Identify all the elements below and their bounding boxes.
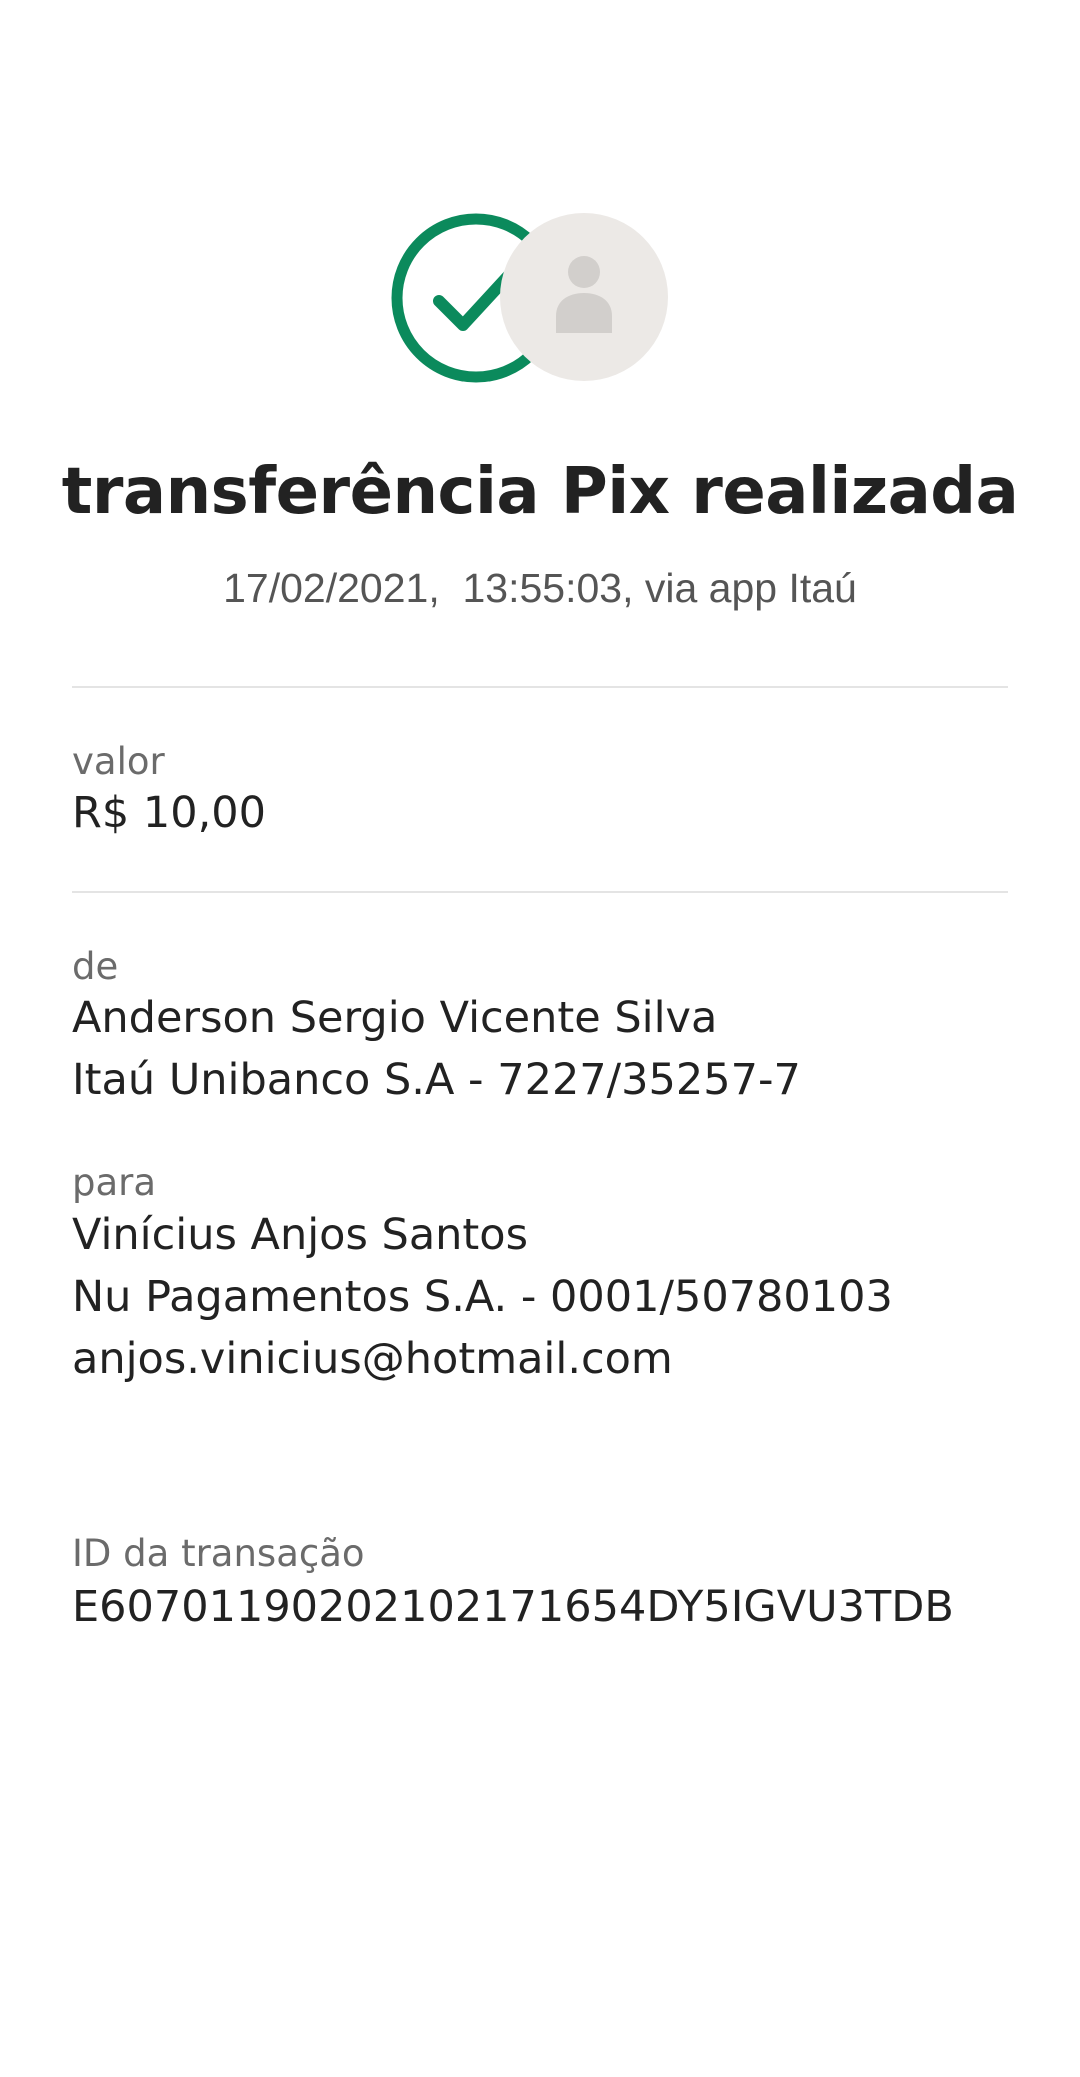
- recipient-bank-account: Nu Pagamentos S.A. - 0001/50780103: [72, 1272, 893, 1322]
- divider: [72, 891, 1008, 893]
- recipient-label: para: [72, 1161, 157, 1204]
- transaction-id-label: ID da transação: [72, 1532, 365, 1575]
- amount-value: R$ 10,00: [72, 788, 267, 838]
- sender-label: de: [72, 945, 119, 988]
- sender-bank-account: Itaú Unibanco S.A - 7227/35257-7: [72, 1055, 801, 1105]
- recipient-pix-key: anjos.vinicius@hotmail.com: [72, 1334, 673, 1384]
- recipient-name: Vinícius Anjos Santos: [72, 1210, 528, 1260]
- page-title: transferência Pix realizada: [61, 455, 1019, 529]
- transaction-id-value: E60701190202102171654DY5IGVU3TDB: [72, 1582, 954, 1632]
- status-hero: [0, 213, 1080, 383]
- transfer-datetime: 17/02/2021, 13:55:03, via app Itaú: [223, 565, 857, 611]
- person-avatar-icon: [556, 256, 612, 333]
- recipient-avatar: [500, 213, 668, 381]
- divider: [72, 686, 1008, 688]
- sender-name: Anderson Sergio Vicente Silva: [72, 993, 718, 1043]
- amount-label: valor: [72, 740, 165, 783]
